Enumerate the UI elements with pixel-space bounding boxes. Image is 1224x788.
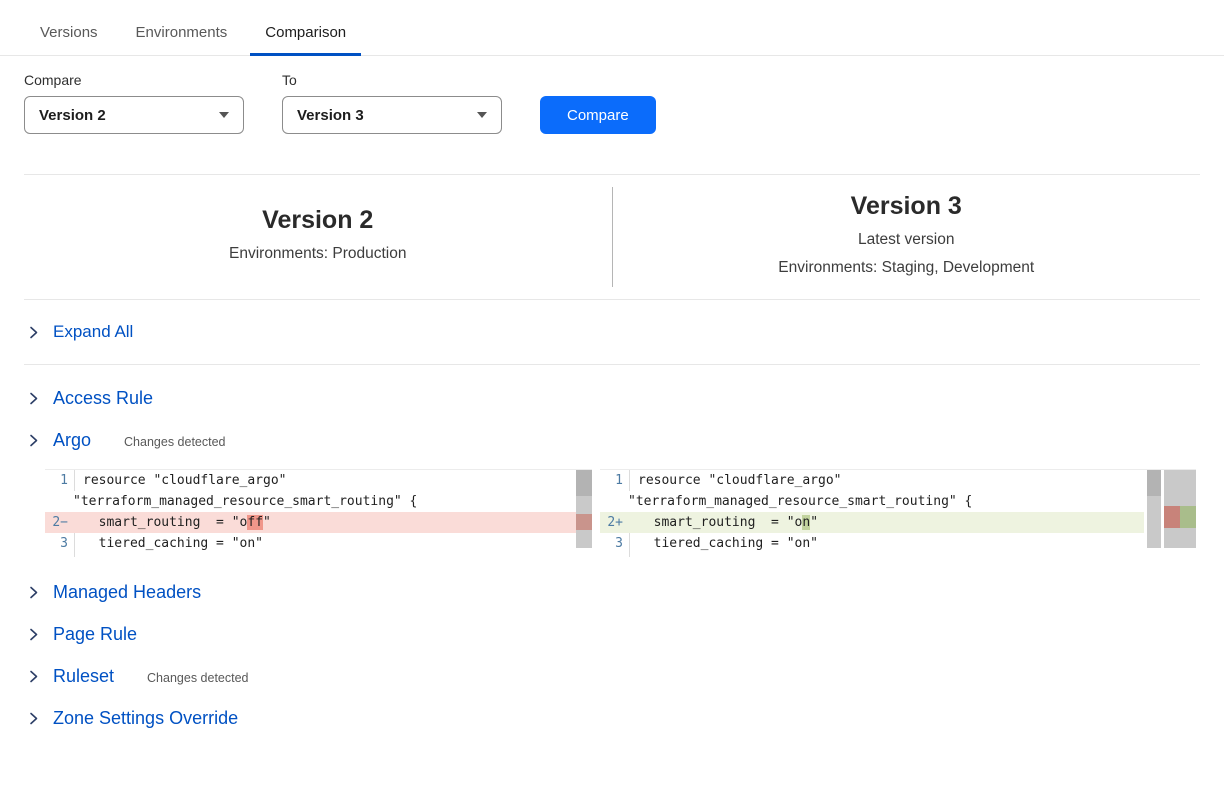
line-number: 2−: [45, 512, 75, 533]
line-number: 3: [45, 533, 75, 554]
section-label[interactable]: Zone Settings Override: [53, 708, 238, 729]
tab-environments[interactable]: Environments: [121, 14, 243, 55]
removed-chars: ff: [247, 515, 263, 530]
compare-button[interactable]: Compare: [540, 96, 656, 134]
scrollbar-thumb[interactable]: [576, 470, 592, 496]
chevron-right-icon[interactable]: [27, 628, 40, 641]
section-label[interactable]: Page Rule: [53, 624, 137, 645]
code-area: 1 resource "cloudflare_argo" "terraform_…: [45, 470, 576, 557]
scrollbar[interactable]: [1147, 470, 1161, 548]
diff-line: 3 tiered_caching = "on": [600, 533, 1144, 554]
compare-from-value: Version 2: [39, 107, 106, 124]
chevron-down-icon: [477, 112, 487, 118]
tab-comparison[interactable]: Comparison: [250, 14, 361, 55]
line-number: 1: [45, 470, 75, 491]
section-zone-settings-override[interactable]: Zone Settings Override: [0, 697, 1224, 739]
minimap-added-marker: [1180, 506, 1196, 528]
chevron-right-icon[interactable]: [27, 392, 40, 405]
tab-bar: Versions Environments Comparison: [0, 0, 1224, 56]
diff-panel-left: 1 resource "cloudflare_argo" "terraform_…: [45, 469, 592, 557]
code-text: resource "cloudflare_argo": [75, 470, 287, 491]
section-argo[interactable]: Argo Changes detected: [0, 419, 1224, 461]
sections-list: Access Rule Argo Changes detected 1 reso…: [0, 377, 1224, 739]
code-text: }: [630, 554, 646, 557]
compare-form: Compare Version 2 To Version 3 Compare: [0, 56, 1224, 134]
code-text: "terraform_managed_resource_smart_routin…: [628, 491, 972, 512]
to-field: To Version 3: [282, 72, 502, 134]
code-text: tiered_caching = "on": [630, 533, 818, 554]
diff-line-added: 2+ smart_routing = "on": [600, 512, 1144, 533]
code-text: tiered_caching = "on": [75, 533, 263, 554]
chevron-right-icon[interactable]: [27, 670, 40, 683]
expand-all-label[interactable]: Expand All: [53, 322, 133, 342]
version-left-title: Version 2: [24, 206, 612, 235]
diff-line-wrap: "terraform_managed_resource_smart_routin…: [45, 491, 576, 512]
minimap-removed-marker: [1164, 506, 1180, 528]
code-text: "terraform_managed_resource_smart_routin…: [73, 491, 417, 512]
divider: [24, 364, 1200, 365]
code-text: resource "cloudflare_argo": [630, 470, 842, 491]
version-left-column: Version 2 Environments: Production: [24, 206, 612, 268]
chevron-right-icon[interactable]: [27, 434, 40, 447]
section-label[interactable]: Access Rule: [53, 388, 153, 409]
section-label[interactable]: Ruleset: [53, 666, 114, 687]
section-page-rule[interactable]: Page Rule: [0, 613, 1224, 655]
to-label: To: [282, 72, 502, 88]
version-right-environments: Environments: Staging, Development: [613, 254, 1201, 282]
version-right-column: Version 3 Latest version Environments: S…: [613, 192, 1201, 282]
section-label[interactable]: Managed Headers: [53, 582, 201, 603]
chevron-right-icon[interactable]: [27, 326, 40, 339]
code-text: }: [75, 554, 91, 557]
diff-line: }: [45, 554, 576, 557]
compare-label: Compare: [24, 72, 244, 88]
argo-diff: 1 resource "cloudflare_argo" "terraform_…: [45, 469, 1224, 557]
diff-line: }: [600, 554, 1144, 557]
section-label[interactable]: Argo: [53, 430, 91, 451]
changes-detected-badge: Changes detected: [147, 668, 248, 685]
diff-line: 3 tiered_caching = "on": [45, 533, 576, 554]
chevron-down-icon: [219, 112, 229, 118]
line-number: [45, 554, 75, 557]
line-number: [600, 554, 630, 557]
version-left-environments: Environments: Production: [24, 240, 612, 268]
code-text: smart_routing = "off": [75, 512, 271, 533]
section-ruleset[interactable]: Ruleset Changes detected: [0, 655, 1224, 697]
compare-field: Compare Version 2: [24, 72, 244, 134]
section-managed-headers[interactable]: Managed Headers: [0, 571, 1224, 613]
scrollbar[interactable]: [576, 470, 592, 548]
tab-versions[interactable]: Versions: [25, 14, 113, 55]
line-number: 1: [600, 470, 630, 491]
version-header: Version 2 Environments: Production Versi…: [0, 175, 1224, 299]
code-area: 1 resource "cloudflare_argo" "terraform_…: [600, 470, 1144, 557]
compare-from-select[interactable]: Version 2: [24, 96, 244, 134]
scrollbar-thumb[interactable]: [1147, 470, 1161, 496]
diff-line: 1 resource "cloudflare_argo": [600, 470, 1144, 491]
compare-to-value: Version 3: [297, 107, 364, 124]
diff-line: 1 resource "cloudflare_argo": [45, 470, 576, 491]
section-access-rule[interactable]: Access Rule: [0, 377, 1224, 419]
diff-line-removed: 2− smart_routing = "off": [45, 512, 576, 533]
compare-to-select[interactable]: Version 3: [282, 96, 502, 134]
diff-minimap[interactable]: [1164, 470, 1196, 548]
diff-panel-right: 1 resource "cloudflare_argo" "terraform_…: [600, 469, 1196, 557]
changes-detected-badge: Changes detected: [124, 432, 225, 449]
chevron-right-icon[interactable]: [27, 586, 40, 599]
version-right-title: Version 3: [613, 192, 1201, 221]
scrollbar-change-marker: [576, 514, 592, 530]
code-text: smart_routing = "on": [630, 512, 818, 533]
line-number: 2+: [600, 512, 630, 533]
line-number: 3: [600, 533, 630, 554]
expand-all-button[interactable]: Expand All: [0, 300, 1224, 364]
version-right-latest: Latest version: [613, 226, 1201, 254]
chevron-right-icon[interactable]: [27, 712, 40, 725]
diff-line-wrap: "terraform_managed_resource_smart_routin…: [600, 491, 1144, 512]
